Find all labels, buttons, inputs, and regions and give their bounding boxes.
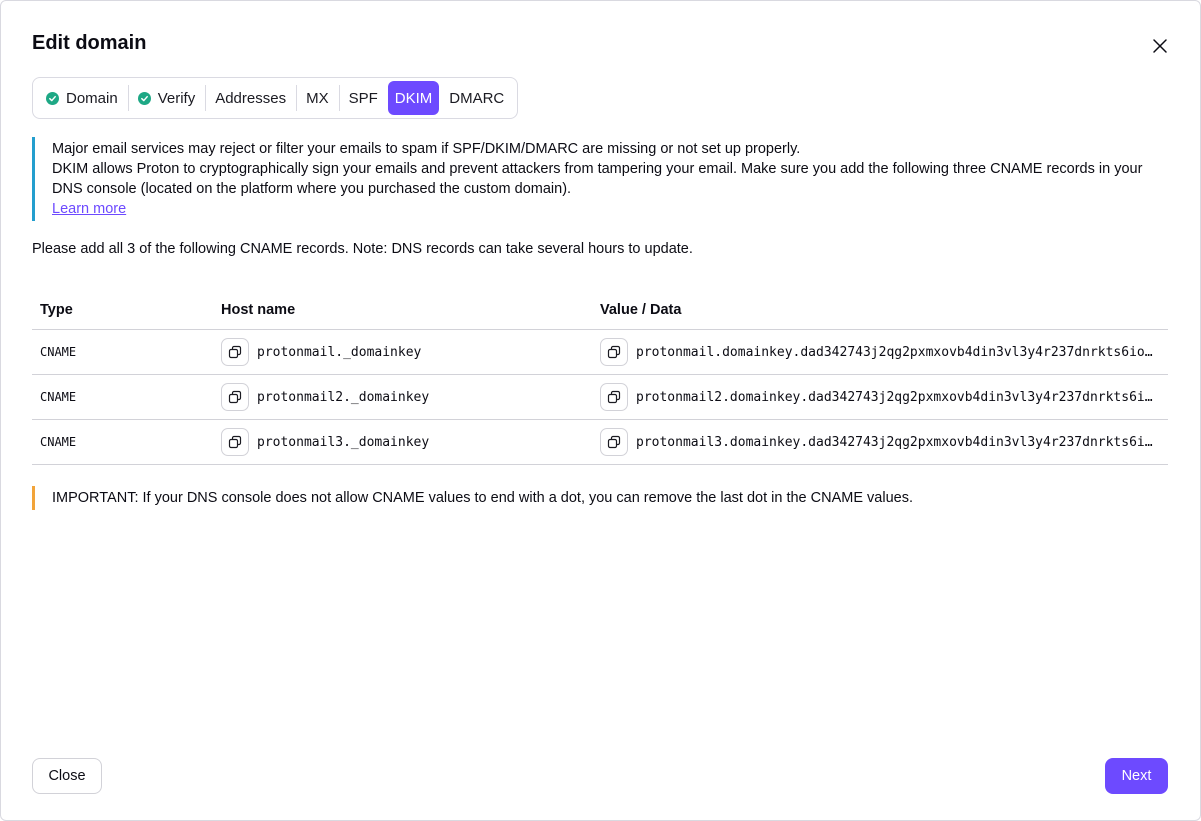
next-button[interactable]: Next (1105, 758, 1168, 794)
check-circle-icon (46, 91, 59, 105)
close-icon (1153, 39, 1167, 53)
column-header-value: Value / Data (600, 302, 682, 318)
modal-title: Edit domain (32, 32, 147, 54)
tab-verify[interactable]: Verify (127, 81, 206, 115)
table-header: Type Host name Value / Data (32, 295, 1168, 330)
check-circle-icon (137, 91, 151, 105)
tab-label: SPF (348, 89, 378, 107)
tab-label: DMARC (449, 89, 505, 107)
copy-icon (228, 345, 242, 359)
edit-domain-modal: Edit domain Domain Verify Addresses MX S… (0, 0, 1201, 821)
copy-icon (607, 390, 621, 404)
column-header-type: Type (40, 302, 73, 318)
step-tabs: Domain Verify Addresses MX SPF DKIM DMAR… (32, 77, 519, 119)
record-host: protonmail3._domainkey (257, 434, 430, 450)
tab-dkim[interactable]: DKIM (387, 81, 440, 115)
close-button[interactable]: Close (32, 758, 102, 794)
copy-icon (607, 345, 621, 359)
tab-label: Verify (157, 89, 196, 107)
copy-value-button[interactable] (600, 338, 628, 366)
column-header-host: Host name (221, 302, 296, 318)
dkim-records-table: Type Host name Value / Data CNAME proton… (32, 295, 1168, 465)
info-text-line1: Major email services may reject or filte… (52, 141, 801, 157)
copy-icon (228, 435, 242, 449)
record-host: protonmail._domainkey (257, 344, 422, 360)
copy-host-button[interactable] (221, 338, 249, 366)
copy-icon (607, 435, 621, 449)
table-row: CNAME protonmail2._domainkey protonmail2… (32, 375, 1168, 420)
record-host: protonmail2._domainkey (257, 389, 430, 405)
copy-value-button[interactable] (600, 428, 628, 456)
table-row: CNAME protonmail3._domainkey protonmail3… (32, 420, 1168, 465)
records-note: Please add all 3 of the following CNAME … (32, 241, 693, 257)
table-row: CNAME protonmail._domainkey protonmail.d… (32, 330, 1168, 375)
record-value: protonmail3.domainkey.dad342743j2qg2pxmx… (636, 434, 1153, 450)
copy-icon (228, 390, 242, 404)
tab-dmarc[interactable]: DMARC (439, 81, 514, 115)
copy-host-button[interactable] (221, 428, 249, 456)
record-value: protonmail.domainkey.dad342743j2qg2pxmxo… (636, 344, 1153, 360)
record-type: CNAME (40, 390, 77, 404)
tab-label: Domain (66, 89, 118, 107)
record-type: CNAME (40, 435, 77, 449)
important-warning: IMPORTANT: If your DNS console does not … (32, 486, 913, 510)
close-modal-button[interactable] (1147, 33, 1173, 59)
tab-label: DKIM (394, 89, 433, 107)
info-alert: Major email services may reject or filte… (32, 137, 1152, 221)
tab-addresses[interactable]: Addresses (205, 81, 296, 115)
learn-more-link[interactable]: Learn more (52, 201, 126, 217)
tab-spf[interactable]: SPF (338, 81, 388, 115)
record-value: protonmail2.domainkey.dad342743j2qg2pxmx… (636, 389, 1153, 405)
copy-value-button[interactable] (600, 383, 628, 411)
info-text-line2: DKIM allows Proton to cryptographically … (52, 161, 1143, 197)
tab-domain[interactable]: Domain (36, 81, 128, 115)
tab-label: MX (306, 89, 329, 107)
record-type: CNAME (40, 345, 77, 359)
tab-mx[interactable]: MX (296, 81, 339, 115)
copy-host-button[interactable] (221, 383, 249, 411)
tab-label: Addresses (215, 89, 287, 107)
